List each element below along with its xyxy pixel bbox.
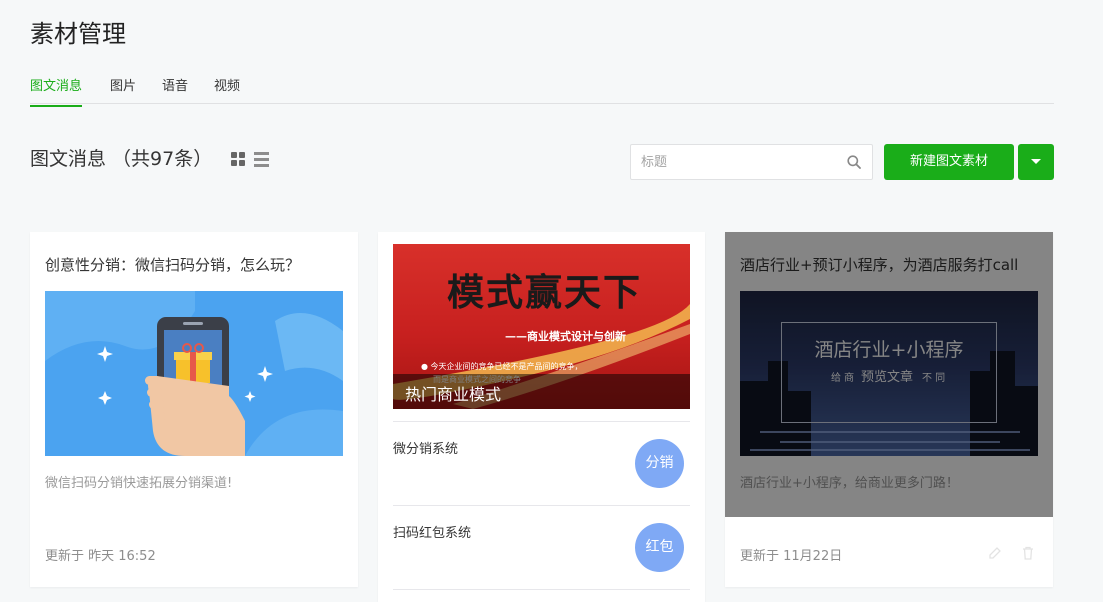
cover-caption: 热门商业模式 (405, 385, 502, 404)
edit-icon[interactable] (987, 545, 1003, 561)
banner-headline: 模式赢天下 (447, 270, 642, 314)
section-title: 图文消息 （共97条） (30, 148, 213, 170)
list-view-icon[interactable] (254, 152, 269, 167)
sub-article-thumb: 红包 (635, 523, 684, 572)
tab-bar: 图文消息 图片 语音 视频 (30, 66, 1054, 107)
card-cover-image: buy (45, 291, 343, 456)
tab-news[interactable]: 图文消息 (30, 75, 83, 107)
card-update-time: 更新于 11月22日 (740, 549, 843, 564)
tab-voice[interactable]: 语音 (162, 75, 188, 94)
delete-icon[interactable] (1020, 545, 1036, 561)
article-card[interactable]: 酒店行业+预订小程序，为酒店服务打call 酒店行业+小程序 给 商 预览文章 … (725, 232, 1053, 587)
search-box (630, 144, 873, 180)
grid-view-icon[interactable] (231, 152, 246, 167)
caret-down-icon (1031, 159, 1041, 164)
search-input[interactable] (631, 145, 831, 179)
sub-article-thumb: 分销 (635, 439, 684, 488)
tab-images[interactable]: 图片 (110, 75, 136, 94)
new-article-dropdown-button[interactable] (1018, 144, 1054, 180)
page-title: 素材管理 (30, 20, 126, 48)
divider (393, 589, 690, 590)
sub-article-title[interactable]: 微分销系统 (393, 438, 458, 457)
card-update-time: 更新于 昨天 16:52 (45, 549, 156, 564)
sub-article-title[interactable]: 扫码红包系统 (393, 522, 471, 541)
list-item[interactable]: 微分销系统 分销 (393, 421, 690, 505)
search-icon[interactable] (847, 155, 861, 169)
article-card[interactable]: 创意性分销：微信扫码分销，怎么玩？ buy 微信扫码分销快速拓展分销渠道! 更新… (30, 232, 358, 587)
tab-video[interactable]: 视频 (214, 75, 240, 94)
banner-subtitle: ——商业模式设计与创新 (505, 330, 626, 343)
banner-line-1: ● 今天企业间的竞争已经不是产品间的竞争， (421, 362, 583, 371)
article-card[interactable]: 模式赢天下 ——商业模式设计与创新 ● 今天企业间的竞争已经不是产品间的竞争， … (378, 232, 705, 602)
new-article-button[interactable]: 新建图文素材 (884, 144, 1014, 180)
hover-overlay (725, 232, 1053, 517)
card-title[interactable]: 创意性分销：微信扫码分销，怎么玩？ (45, 254, 300, 275)
card-description: 微信扫码分销快速拓展分销渠道! (45, 476, 233, 491)
card-cover-image: 模式赢天下 ——商业模式设计与创新 ● 今天企业间的竞争已经不是产品间的竞争， … (393, 244, 690, 409)
list-item[interactable]: 扫码红包系统 红包 (393, 505, 690, 590)
